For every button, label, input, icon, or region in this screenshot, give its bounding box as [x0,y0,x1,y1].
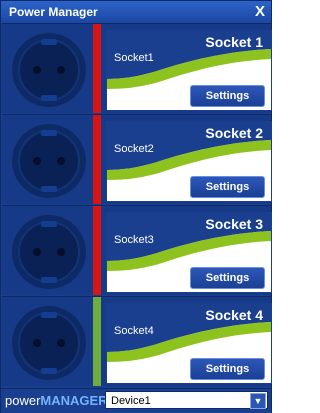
socket-label: Socket2 [114,143,154,155]
socket-status-indicator [93,297,101,386]
socket-status-indicator [93,115,101,204]
socket-status-indicator [93,206,101,295]
socket-card: Socket 4 Socket4 Settings [106,303,272,384]
socket-title: Socket 4 [205,307,263,323]
power-socket-icon [12,33,86,107]
window-title: Power Manager [9,5,98,19]
device-select[interactable]: Device1 ▼ [105,391,268,409]
socket-status-indicator [93,24,101,113]
power-socket-icon [12,124,86,198]
brand-logo: powerMANAGER [5,393,108,408]
power-socket-icon [12,306,86,380]
close-button[interactable]: X [255,3,265,20]
socket-row-3: Socket 3 Socket3 Settings [2,205,272,295]
brand-text-right: MANAGER [40,393,108,408]
socket-title: Socket 2 [205,125,263,141]
settings-button[interactable]: Settings [190,358,265,380]
socket-card: Socket 3 Socket3 Settings [106,212,272,293]
settings-button[interactable]: Settings [190,267,265,289]
socket-row-4: Socket 4 Socket4 Settings [2,296,272,386]
chevron-down-icon[interactable]: ▼ [250,393,266,409]
socket-label: Socket4 [114,325,154,337]
socket-title: Socket 3 [205,216,263,232]
socket-card: Socket 2 Socket2 Settings [106,121,272,202]
brand-text-left: power [5,393,41,408]
title-bar[interactable]: Power Manager X [1,1,271,23]
socket-row-2: Socket 2 Socket2 Settings [2,114,272,204]
footer-bar: powerMANAGER Device1 ▼ [1,388,271,413]
socket-label: Socket1 [114,52,154,64]
socket-card: Socket 1 Socket1 Settings [106,30,272,111]
socket-title: Socket 1 [205,34,263,50]
power-manager-window: Power Manager X Socket 1 Socket1 Setting… [0,0,272,413]
socket-label: Socket3 [114,234,154,246]
power-socket-icon [12,215,86,289]
settings-button[interactable]: Settings [190,176,265,198]
settings-button[interactable]: Settings [190,85,265,107]
socket-row-1: Socket 1 Socket1 Settings [2,23,272,113]
device-select-value: Device1 [111,395,151,407]
